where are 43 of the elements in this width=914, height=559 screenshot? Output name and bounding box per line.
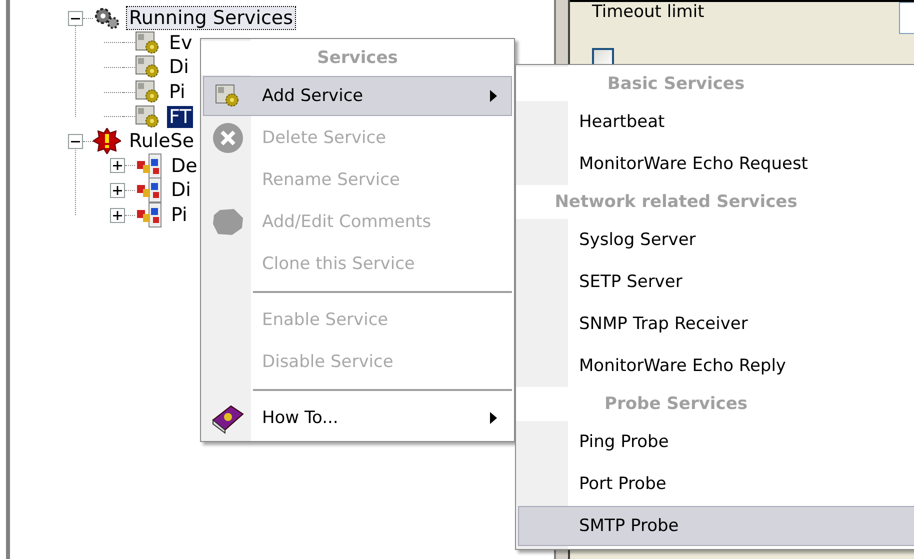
plus-icon bbox=[113, 161, 122, 170]
collapse-button[interactable] bbox=[68, 134, 83, 149]
blocks-icon bbox=[135, 177, 163, 204]
menu-item[interactable]: SMTP Probe bbox=[518, 506, 914, 546]
expand-button[interactable] bbox=[110, 208, 125, 223]
timeout-field[interactable] bbox=[899, 2, 914, 34]
menu-item[interactable]: Port Probe bbox=[518, 464, 914, 504]
tree-item[interactable]: Pi bbox=[169, 204, 190, 226]
expand-button[interactable] bbox=[110, 158, 125, 174]
menu-item[interactable]: Ping Probe bbox=[518, 422, 914, 462]
plus-icon bbox=[113, 210, 122, 220]
menu-item[interactable]: SNMP Trap Receiver bbox=[518, 304, 914, 344]
menu-heading: Services bbox=[201, 41, 514, 75]
alert-icon bbox=[93, 128, 121, 154]
tree-item[interactable]: RuleSe bbox=[127, 130, 196, 152]
blocks-icon bbox=[135, 152, 163, 179]
service-icon bbox=[215, 84, 241, 108]
tree-item[interactable]: De bbox=[169, 154, 200, 177]
menu-item[interactable]: MonitorWare Echo Request bbox=[518, 144, 914, 184]
tree-item[interactable]: FT bbox=[167, 106, 194, 128]
blocks-icon bbox=[135, 202, 163, 228]
menu-item[interactable]: Add Service bbox=[203, 76, 512, 116]
service-icon bbox=[135, 30, 161, 55]
tree-item[interactable]: Ev bbox=[167, 32, 194, 54]
tree-item[interactable]: Di bbox=[167, 56, 191, 78]
comment-icon bbox=[212, 208, 244, 236]
tree-item[interactable]: Pi bbox=[167, 81, 188, 104]
menu-item[interactable]: SETP Server bbox=[518, 262, 914, 302]
expand-button[interactable] bbox=[110, 182, 125, 198]
menu-item[interactable]: How To... bbox=[203, 398, 512, 438]
service-icon bbox=[135, 104, 161, 129]
gears-icon bbox=[93, 6, 121, 30]
tree-item[interactable]: Running Services bbox=[127, 7, 296, 30]
delete-icon bbox=[212, 122, 244, 154]
menu-item[interactable]: MonitorWare Echo Reply bbox=[518, 346, 914, 386]
service-icon bbox=[135, 80, 161, 104]
service-icon bbox=[135, 55, 161, 80]
timeout-label: Timeout limit bbox=[592, 2, 704, 24]
menu-item[interactable]: Syslog Server bbox=[518, 220, 914, 260]
collapse-button[interactable] bbox=[68, 10, 83, 26]
plus-icon bbox=[113, 186, 122, 195]
menu-item[interactable]: Heartbeat bbox=[518, 102, 914, 142]
tree-item[interactable]: Di bbox=[169, 179, 193, 202]
